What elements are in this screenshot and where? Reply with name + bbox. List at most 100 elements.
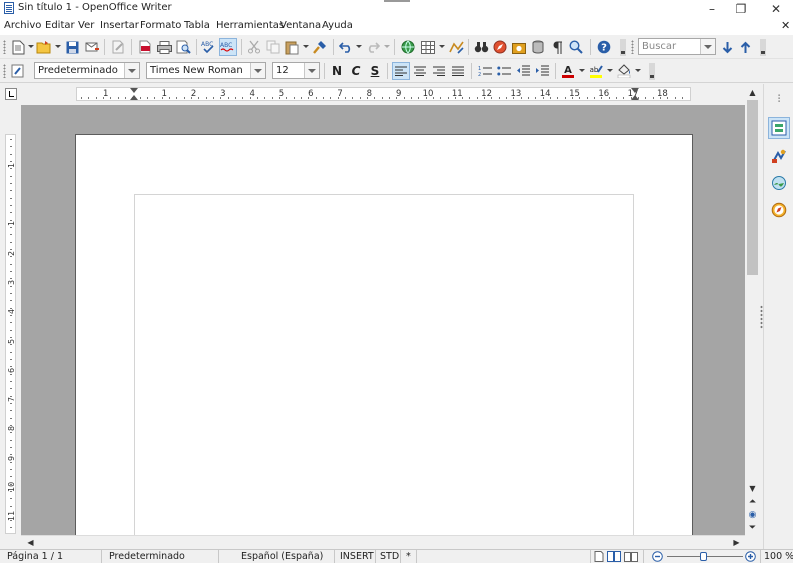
book-view-icon[interactable] xyxy=(624,551,638,562)
font-size-select[interactable]: 12 xyxy=(272,62,320,79)
bullets-icon[interactable] xyxy=(495,62,513,80)
vertical-scroll-thumb[interactable] xyxy=(747,100,758,275)
find-toolbar-overflow[interactable] xyxy=(760,39,766,56)
highlight-dropdown-arrow[interactable] xyxy=(607,69,613,72)
first-line-indent-marker[interactable] xyxy=(130,95,138,100)
email-icon[interactable] xyxy=(83,38,101,56)
search-history-dropdown[interactable] xyxy=(700,39,715,54)
search-input[interactable]: Buscar xyxy=(638,38,716,55)
table-dropdown-arrow[interactable] xyxy=(439,45,445,48)
print-preview-icon[interactable] xyxy=(174,38,192,56)
properties-deck-icon[interactable] xyxy=(768,117,790,139)
undo-dropdown-arrow[interactable] xyxy=(356,45,362,48)
menu-formato[interactable]: Formato xyxy=(140,20,181,31)
right-indent-marker[interactable] xyxy=(631,88,639,93)
cut-icon[interactable] xyxy=(245,38,263,56)
align-right-button[interactable] xyxy=(430,62,448,80)
menu-ver[interactable]: Ver xyxy=(78,20,94,31)
data-sources-icon[interactable] xyxy=(529,38,547,56)
scroll-down-arrow-icon[interactable]: ▼ xyxy=(745,482,760,495)
align-left-button[interactable] xyxy=(392,62,410,80)
navigator-deck-icon[interactable] xyxy=(768,199,790,221)
toolbar-grip[interactable] xyxy=(3,40,6,54)
minimize-button[interactable]: – xyxy=(697,0,727,17)
text-area-boundary[interactable] xyxy=(134,194,634,535)
scroll-up-arrow-icon[interactable]: ▲ xyxy=(745,86,760,99)
table-icon[interactable] xyxy=(419,38,437,56)
font-name-dropdown[interactable] xyxy=(250,63,265,78)
language-status[interactable]: Español (España) xyxy=(241,551,323,562)
edit-file-icon[interactable] xyxy=(109,38,127,56)
gallery-icon[interactable] xyxy=(510,38,528,56)
background-color-dropdown-arrow[interactable] xyxy=(635,69,641,72)
tab-stop-selector[interactable] xyxy=(5,88,17,100)
sidebar-menu-icon[interactable]: ⫶ xyxy=(768,88,790,110)
find-replace-icon[interactable] xyxy=(472,38,490,56)
left-indent-marker[interactable] xyxy=(130,88,138,93)
underline-button[interactable]: S xyxy=(366,62,384,80)
styles-formatting-icon[interactable] xyxy=(9,62,27,80)
increase-indent-icon[interactable] xyxy=(533,62,551,80)
gallery-deck-icon[interactable] xyxy=(768,172,790,194)
paste-dropdown-arrow[interactable] xyxy=(303,45,309,48)
zoom-icon[interactable] xyxy=(567,38,585,56)
copy-icon[interactable] xyxy=(264,38,282,56)
open-folder-icon[interactable] xyxy=(35,38,53,56)
print-icon[interactable] xyxy=(155,38,173,56)
menu-ayuda[interactable]: Ayuda xyxy=(322,20,353,31)
font-color-dropdown-arrow[interactable] xyxy=(579,69,585,72)
format-paintbrush-icon[interactable] xyxy=(311,38,329,56)
navigation-icon[interactable]: ◉ xyxy=(745,508,760,521)
standard-toolbar-overflow[interactable] xyxy=(620,39,626,56)
zoom-percentage-status[interactable]: 100 % xyxy=(764,551,793,562)
highlight-icon[interactable]: ab xyxy=(587,62,605,80)
scroll-left-arrow-icon[interactable]: ◀ xyxy=(23,536,38,549)
next-page-icon[interactable]: ⏷ xyxy=(745,521,760,534)
autospellcheck-icon[interactable]: ABC xyxy=(219,38,237,56)
page-style-status[interactable]: Predeterminado xyxy=(109,551,185,562)
menu-editar[interactable]: Editar xyxy=(45,20,75,31)
single-page-view-icon[interactable] xyxy=(594,551,605,562)
find-next-icon[interactable] xyxy=(718,38,736,56)
undo-icon[interactable] xyxy=(337,38,355,56)
draw-functions-icon[interactable] xyxy=(447,38,465,56)
toolbar-grip[interactable] xyxy=(3,64,6,78)
font-size-dropdown[interactable] xyxy=(304,63,319,78)
scroll-right-arrow-icon[interactable]: ▶ xyxy=(729,536,744,549)
spellcheck-icon[interactable]: ABC xyxy=(200,38,218,56)
menu-archivo[interactable]: Archivo xyxy=(4,20,41,31)
font-name-select[interactable]: Times New Roman xyxy=(146,62,266,79)
vertical-ruler[interactable]: 1 1 2 3 4 5 6 7 8 9 10 11 xyxy=(5,134,16,534)
selection-mode-status[interactable]: STD xyxy=(380,551,399,562)
sidebar-splitter-grip[interactable] xyxy=(760,305,763,329)
formatting-toolbar-overflow[interactable] xyxy=(649,63,655,80)
bold-button[interactable]: N xyxy=(328,62,346,80)
new-document-icon[interactable] xyxy=(9,38,27,56)
document-modified-status[interactable]: * xyxy=(406,551,411,562)
new-dropdown-arrow[interactable] xyxy=(28,45,34,48)
previous-page-icon[interactable]: ⏶ xyxy=(745,495,760,508)
paragraph-style-select[interactable]: Predeterminado xyxy=(34,62,140,79)
align-center-button[interactable] xyxy=(411,62,429,80)
help-icon[interactable]: ? xyxy=(595,38,613,56)
export-pdf-icon[interactable] xyxy=(136,38,154,56)
menu-insertar[interactable]: Insertar xyxy=(100,20,139,31)
close-document-button[interactable]: ✕ xyxy=(781,19,790,32)
restore-button[interactable]: ❐ xyxy=(726,0,756,17)
horizontal-ruler[interactable]: 1 1 2 3 4 5 6 7 8 9 10 11 12 13 14 15 16 17 18 xyxy=(76,87,691,101)
paragraph-style-dropdown[interactable] xyxy=(124,63,139,78)
insert-mode-status[interactable]: INSERT xyxy=(340,551,374,562)
multi-page-view-icon[interactable] xyxy=(607,551,621,562)
menu-ventana[interactable]: Ventana xyxy=(280,20,321,31)
nonprinting-chars-icon[interactable] xyxy=(548,38,566,56)
numbering-icon[interactable]: 12 xyxy=(476,62,494,80)
open-dropdown-arrow[interactable] xyxy=(55,45,61,48)
paste-icon[interactable] xyxy=(283,38,301,56)
styles-deck-icon[interactable] xyxy=(768,145,790,167)
zoom-out-icon[interactable] xyxy=(652,551,663,562)
italic-button[interactable]: C xyxy=(347,62,365,80)
menu-tabla[interactable]: Tabla xyxy=(184,20,210,31)
font-color-icon[interactable]: A xyxy=(559,62,577,80)
horizontal-scrollbar[interactable] xyxy=(21,535,745,549)
close-window-button[interactable]: ✕ xyxy=(761,0,791,17)
